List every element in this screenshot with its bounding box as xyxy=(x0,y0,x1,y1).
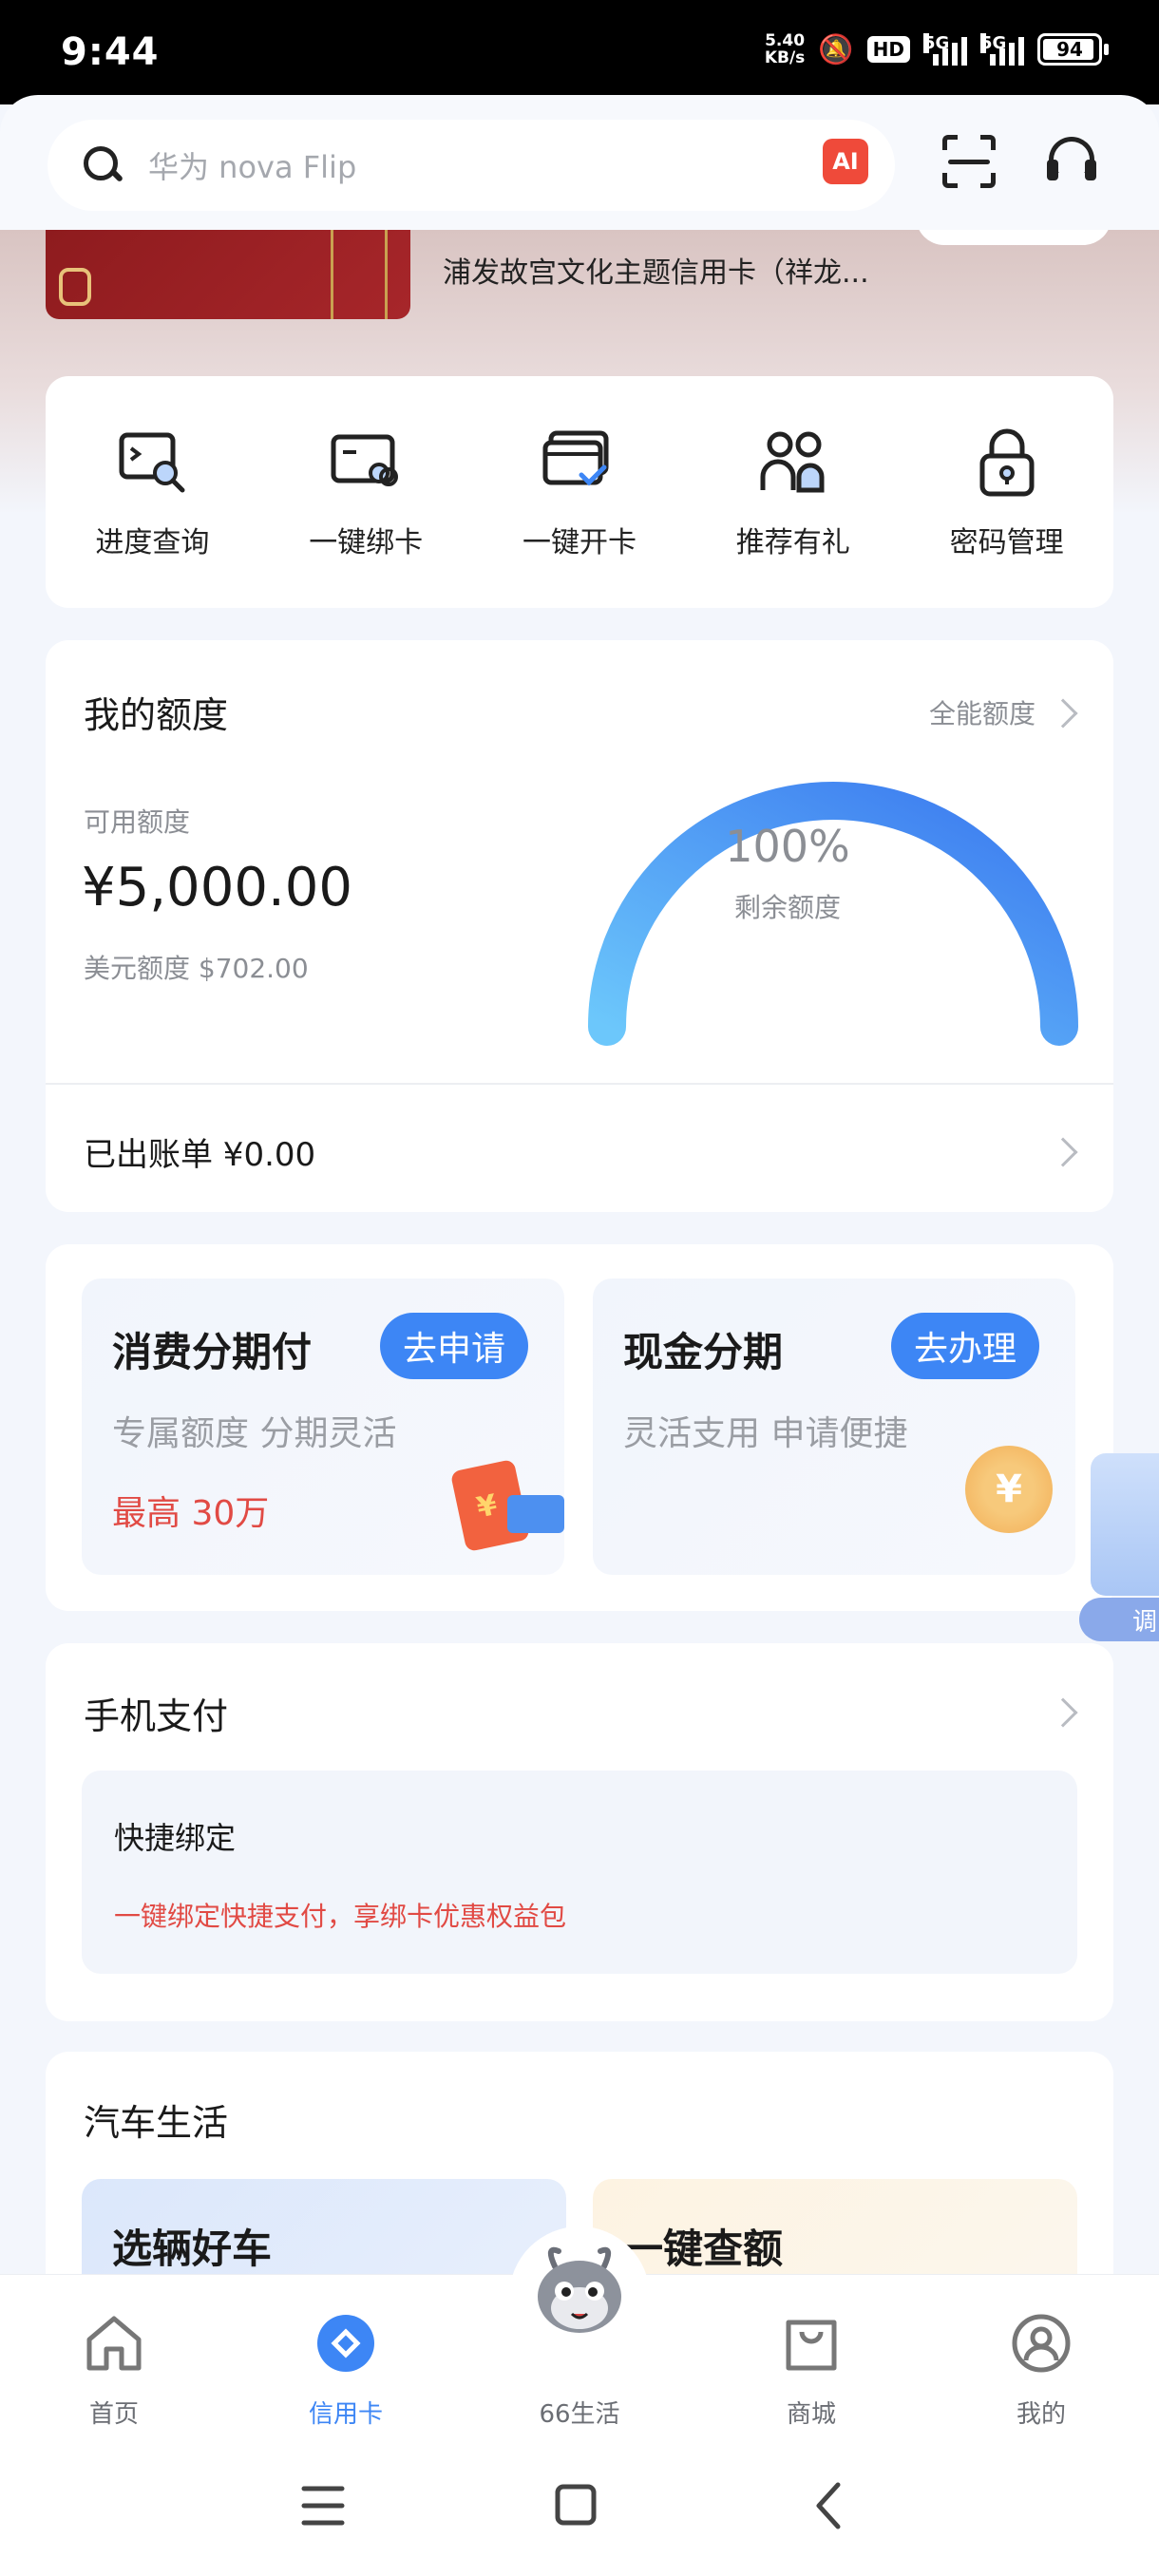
section-title: 手机支付 xyxy=(84,1695,229,1737)
progress-search-icon xyxy=(119,432,185,493)
installment-card-consumer[interactable]: 消费分期付 去申请 专属额度 分期灵活 最高 30万 ¥ xyxy=(82,1279,564,1575)
back-icon[interactable] xyxy=(816,2482,841,2529)
bell-muted-icon: 🔕 xyxy=(818,32,854,66)
nav-credit-card[interactable]: 信用卡 xyxy=(270,2309,422,2430)
home-icon xyxy=(86,2316,142,2371)
coin-icon: ¥ xyxy=(965,1446,1053,1533)
quick-action-activate-card[interactable]: 一键开卡 xyxy=(473,376,687,608)
chevron-right-icon[interactable] xyxy=(1048,698,1078,729)
activate-card-icon xyxy=(542,430,609,486)
refer-friends-icon xyxy=(760,431,825,493)
profile-icon xyxy=(1012,2314,1071,2373)
assistant-figure-icon xyxy=(1091,1453,1159,1596)
gauge-label: 剩余额度 xyxy=(733,892,841,923)
quick-bind-box[interactable]: 快捷绑定 一键绑定快捷支付，享绑卡优惠权益包 xyxy=(82,1771,1077,1974)
chevron-right-icon[interactable] xyxy=(1048,1697,1078,1728)
bank-logo-icon xyxy=(59,268,91,306)
available-amount: ¥5,000.00 xyxy=(82,857,353,919)
search-input[interactable]: 华为 nova Flip xyxy=(148,143,356,187)
signal-icon: 5G xyxy=(923,33,967,66)
battery-icon: 94 xyxy=(1037,33,1109,66)
quick-action-referral[interactable]: 推荐有礼 xyxy=(686,376,900,608)
quick-action-password[interactable]: 密码管理 xyxy=(900,376,1113,608)
quick-action-bind-card[interactable]: 一键绑卡 xyxy=(259,376,473,608)
status-time: 9:44 xyxy=(61,30,160,74)
dragon-mascot-icon[interactable] xyxy=(526,2245,633,2340)
nav-home[interactable]: 首页 xyxy=(38,2309,190,2430)
nav-profile[interactable]: 我的 xyxy=(965,2309,1117,2430)
home-square-icon[interactable] xyxy=(555,2484,597,2526)
apply-button[interactable]: 去申请 xyxy=(380,1313,529,1379)
network-speed: 5.40 KB/s xyxy=(764,31,806,67)
lock-icon xyxy=(979,428,1035,497)
customer-service-icon[interactable] xyxy=(1045,135,1098,188)
bind-card-icon xyxy=(331,434,399,486)
signal-icon-2: 5G xyxy=(980,33,1024,66)
bill-line[interactable]: 已出账单 ¥0.00 xyxy=(84,1128,315,1175)
gauge-percent: 100% xyxy=(725,821,850,872)
system-nav-bar xyxy=(301,2482,841,2529)
section-title: 汽车生活 xyxy=(84,2102,229,2144)
status-icons: 5.40 KB/s 🔕 HD 5G 5G 94 xyxy=(764,31,1109,67)
ai-icon[interactable]: AI xyxy=(823,139,868,184)
usd-limit: 美元额度 $702.00 xyxy=(84,953,309,984)
floating-assistant[interactable]: 调 xyxy=(1079,1453,1159,1643)
installment-section: 消费分期付 去申请 专属额度 分期灵活 最高 30万 ¥ 现金分期 去办理 灵活… xyxy=(46,1244,1113,1611)
mobile-pay-card: 手机支付 快捷绑定 一键绑定快捷支付，享绑卡优惠权益包 xyxy=(46,1643,1113,2021)
credit-card-image[interactable] xyxy=(46,230,410,319)
shopping-bag-icon xyxy=(786,2320,837,2371)
quick-action-progress[interactable]: 进度查询 xyxy=(46,376,259,608)
status-bar: 9:44 5.40 KB/s 🔕 HD 5G 5G 94 xyxy=(0,0,1159,104)
chevron-right-icon[interactable] xyxy=(1048,1137,1078,1167)
search-bar[interactable]: 华为 nova Flip AI xyxy=(48,120,895,211)
menu-icon[interactable] xyxy=(301,2486,345,2526)
credit-card-icon xyxy=(317,2315,374,2372)
nav-mall[interactable]: 商城 xyxy=(735,2309,887,2430)
quick-actions: 进度查询 一键绑卡 一键开卡 推荐有礼 密码管理 xyxy=(46,376,1113,608)
installment-card-cash[interactable]: 现金分期 去办理 灵活支用 申请便捷 ¥ xyxy=(593,1279,1075,1575)
hd-badge: HD xyxy=(866,36,910,63)
search-icon xyxy=(82,144,124,186)
card-title[interactable]: 浦发故宫文化主题信用卡（祥龙... xyxy=(443,249,869,291)
handle-button[interactable]: 去办理 xyxy=(891,1313,1040,1379)
all-limit-link[interactable]: 全能额度 xyxy=(929,693,1036,731)
credit-limit-card: 我的额度 全能额度 可用额度 ¥5,000.00 美元额度 $702.00 10… xyxy=(46,640,1113,1212)
section-title: 我的额度 xyxy=(84,694,229,736)
available-label: 可用额度 xyxy=(84,806,191,838)
scan-icon[interactable] xyxy=(942,135,996,188)
